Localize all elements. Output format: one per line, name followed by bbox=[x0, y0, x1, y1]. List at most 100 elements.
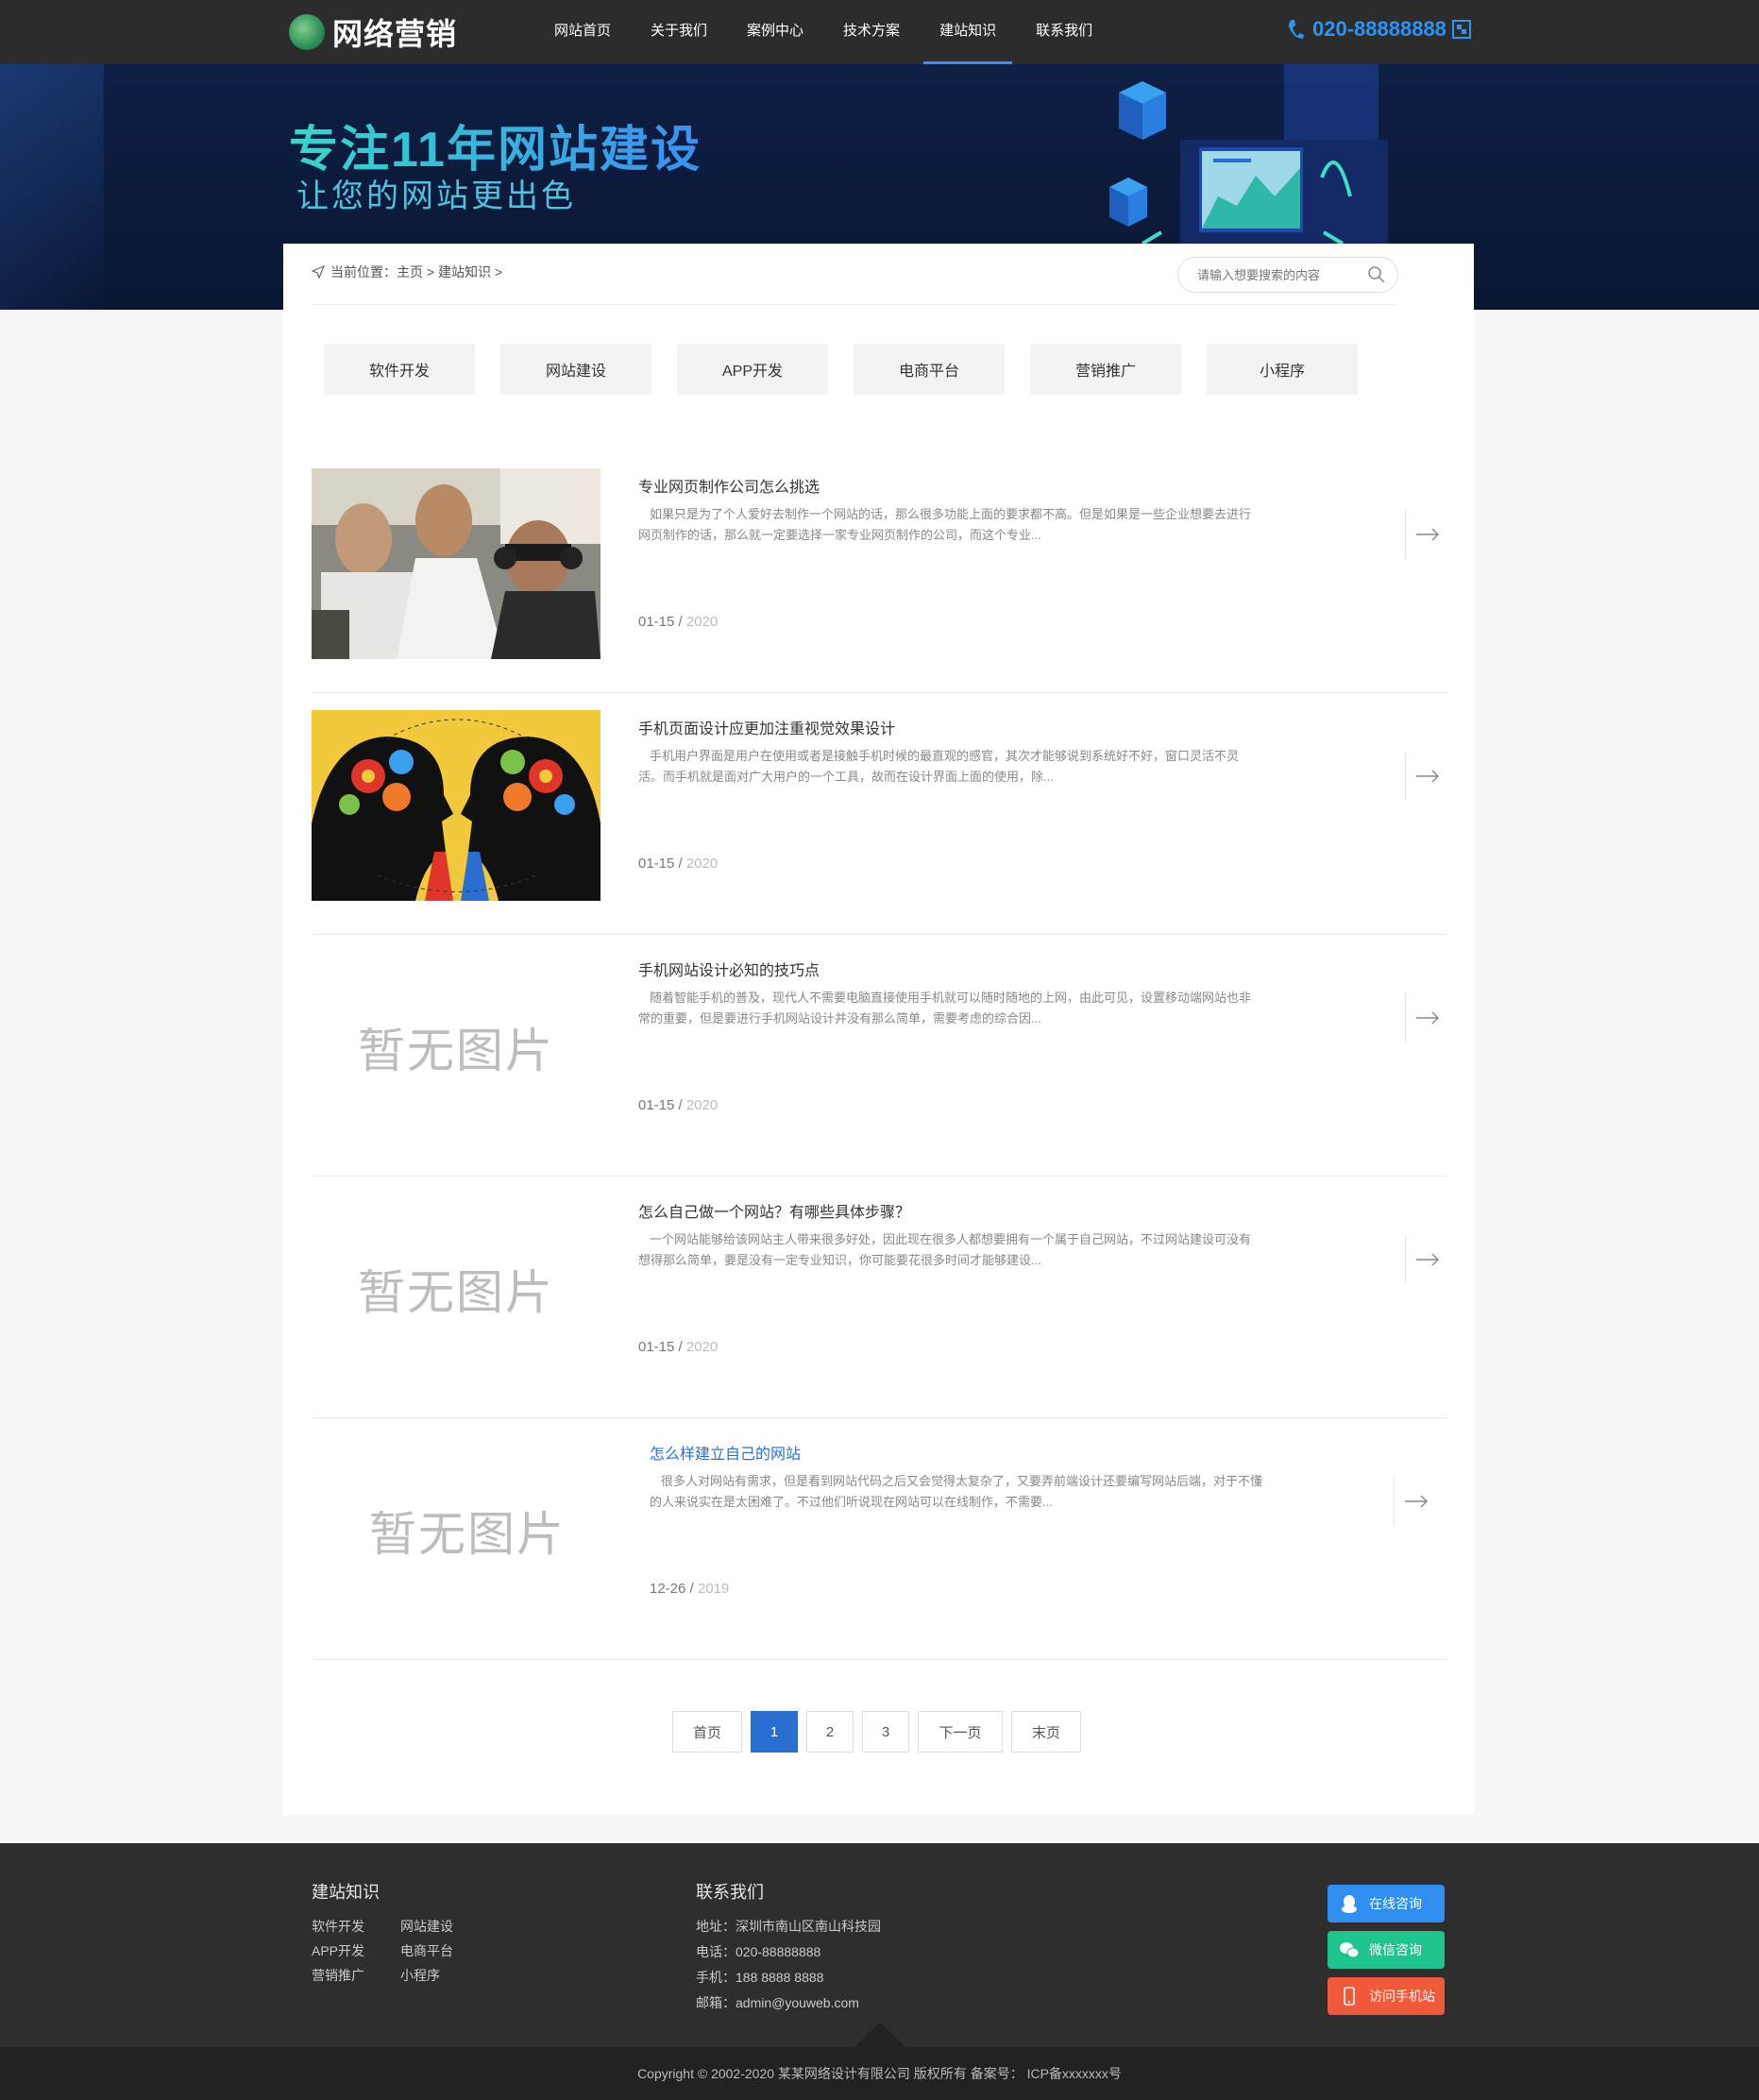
main-nav: 网站首页 关于我们 案例中心 技术方案 建站知识 联系我们 bbox=[538, 0, 1116, 64]
article-thumbnail[interactable]: 暂无图片 bbox=[312, 1194, 600, 1384]
photo-racers-image bbox=[312, 468, 600, 659]
copyright-text: Copyright © 2002-2020 某某网络设计有限公司 版权所有 备案… bbox=[637, 2066, 1122, 2081]
article-more-button[interactable] bbox=[1405, 1235, 1448, 1284]
breadcrumb-prefix: 当前位置： bbox=[330, 264, 397, 279]
site-logo[interactable]: 网络营销 bbox=[289, 11, 457, 53]
category-software[interactable]: 软件开发 bbox=[324, 344, 475, 395]
arrow-right-icon bbox=[1415, 1253, 1439, 1266]
category-marketing[interactable]: 营销推广 bbox=[1030, 344, 1181, 395]
page-first[interactable]: 首页 bbox=[672, 1711, 742, 1753]
footer-contact-column: 联系我们 地址：深圳市南山区南山科技园 电话：020-88888888 手机：1… bbox=[696, 1879, 881, 2019]
banner-subtitle: 让您的网站更出色 bbox=[296, 178, 576, 214]
article-summary: 一个网站能够给该网站主人带来很多好处，因此现在很多人都想要拥有一个属于自己网站，… bbox=[638, 1232, 1252, 1267]
footer-link-software[interactable]: 软件开发 bbox=[312, 1917, 400, 1936]
mobile-site-button[interactable]: 访问手机站 bbox=[1328, 1977, 1445, 2015]
page-gap bbox=[0, 1815, 1759, 1843]
category-ecommerce[interactable]: 电商平台 bbox=[854, 344, 1005, 395]
mobile-phone-icon bbox=[1344, 1987, 1355, 2006]
location-arrow-icon bbox=[312, 265, 325, 279]
article-date-day: 01-15 bbox=[638, 1097, 675, 1113]
nav-item-contact[interactable]: 联系我们 bbox=[1020, 0, 1108, 64]
page-last[interactable]: 末页 bbox=[1011, 1711, 1081, 1753]
article-date-day: 01-15 bbox=[638, 855, 675, 872]
header-phone[interactable]: 020-88888888 bbox=[1286, 17, 1471, 42]
logo-text: 网络营销 bbox=[332, 17, 458, 51]
nav-item-solutions[interactable]: 技术方案 bbox=[827, 0, 916, 64]
article-title[interactable]: 手机页面设计应更加注重视觉效果设计 bbox=[638, 716, 895, 738]
article-date: 01-15 / 2020 bbox=[638, 855, 719, 872]
arrow-right-icon bbox=[1415, 1011, 1439, 1025]
article-date: 12-26 / 2019 bbox=[650, 1581, 730, 1597]
nav-item-cases[interactable]: 案例中心 bbox=[731, 0, 820, 64]
article-thumbnail[interactable] bbox=[312, 468, 600, 659]
article-item[interactable]: 手机页面设计应更加注重视觉效果设计 手机用户界面是用户在使用或者是接触手机时候的… bbox=[312, 693, 1447, 935]
arrow-right-icon bbox=[1404, 1495, 1428, 1508]
nav-item-about[interactable]: 关于我们 bbox=[634, 0, 723, 64]
nav-item-knowledge[interactable]: 建站知识 bbox=[923, 0, 1013, 64]
footer-mobile: 手机：188 8888 8888 bbox=[696, 1970, 824, 1985]
category-miniprogram[interactable]: 小程序 bbox=[1207, 344, 1358, 395]
article-more-button[interactable] bbox=[1394, 1477, 1437, 1526]
article-more-button[interactable] bbox=[1405, 993, 1448, 1042]
article-date-day: 01-15 bbox=[638, 614, 675, 630]
search-box bbox=[1177, 257, 1398, 293]
article-title[interactable]: 专业网页制作公司怎么挑选 bbox=[638, 474, 820, 497]
article-date: 01-15 / 2020 bbox=[638, 614, 719, 630]
article-summary: 很多人对网站有需求，但是看到网站代码之后又会觉得太复杂了，又要弄前端设计还要编写… bbox=[650, 1474, 1263, 1509]
article-title[interactable]: 怎么样建立自己的网站 bbox=[650, 1441, 801, 1464]
search-input[interactable] bbox=[1195, 266, 1356, 283]
footer-link-miniprogram[interactable]: 小程序 bbox=[400, 1966, 489, 1985]
footer-link-app[interactable]: APP开发 bbox=[312, 1941, 400, 1960]
category-website[interactable]: 网站建设 bbox=[500, 344, 651, 395]
article-more-button[interactable] bbox=[1405, 752, 1448, 801]
article-summary: 如果只是为了个人爱好去制作一个网站的话，那么很多功能上面的要求都不高。但是如果是… bbox=[638, 507, 1252, 542]
footer-contact-title: 联系我们 bbox=[696, 1883, 764, 1902]
article-summary: 随着智能手机的普及，现代人不需要电脑直接使用手机就可以随时随地的上网，由此可见，… bbox=[638, 991, 1252, 1025]
no-image-placeholder: 暂无图片 bbox=[358, 1025, 554, 1077]
wechat-consult-button[interactable]: 微信咨询 bbox=[1328, 1931, 1445, 1969]
search-icon[interactable] bbox=[1367, 265, 1386, 284]
online-consult-label: 在线咨询 bbox=[1369, 1896, 1422, 1911]
no-image-placeholder: 暂无图片 bbox=[358, 1266, 554, 1319]
article-date-year: 2019 bbox=[697, 1581, 730, 1597]
article-thumbnail[interactable] bbox=[312, 710, 600, 901]
page-2[interactable]: 2 bbox=[806, 1711, 854, 1753]
article-more-button[interactable] bbox=[1405, 510, 1448, 559]
breadcrumb-trail[interactable]: 主页 > 建站知识 > bbox=[397, 262, 502, 281]
page-3[interactable]: 3 bbox=[862, 1711, 909, 1753]
article-summary: 手机用户界面是用户在使用或者是接触手机时候的最直观的感官，其次才能够说到系统好不… bbox=[638, 749, 1240, 784]
breadcrumb-divider bbox=[312, 304, 1398, 305]
article-date-day: 12-26 bbox=[650, 1581, 686, 1597]
no-image-placeholder: 暂无图片 bbox=[369, 1508, 566, 1561]
phone-icon bbox=[1289, 20, 1304, 39]
online-consult-button[interactable]: 在线咨询 bbox=[1328, 1885, 1445, 1922]
article-date: 01-15 / 2020 bbox=[638, 1097, 719, 1113]
article-date-day: 01-15 bbox=[638, 1339, 675, 1355]
footer-link-marketing[interactable]: 营销推广 bbox=[312, 1966, 400, 1985]
article-item[interactable]: 专业网页制作公司怎么挑选 如果只是为了个人爱好去制作一个网站的话，那么很多功能上… bbox=[312, 451, 1447, 693]
article-item[interactable]: 暂无图片 手机网站设计必知的技巧点 随着智能手机的普及，现代人不需要电脑直接使用… bbox=[312, 935, 1447, 1177]
article-item[interactable]: 暂无图片 怎么自己做一个网站？有哪些具体步骤？ 一个网站能够给该网站主人带来很多… bbox=[312, 1177, 1447, 1418]
breadcrumb: 当前位置： 主页 > 建站知识 > bbox=[312, 262, 502, 281]
footer-link-ecommerce[interactable]: 电商平台 bbox=[400, 1941, 489, 1960]
nav-item-home[interactable]: 网站首页 bbox=[538, 0, 627, 64]
copyright-bar: Copyright © 2002-2020 某某网络设计有限公司 版权所有 备案… bbox=[0, 2047, 1759, 2100]
footer-link-website[interactable]: 网站建设 bbox=[400, 1917, 489, 1936]
article-item[interactable]: 暂无图片 怎么样建立自己的网站 很多人对网站有需求，但是看到网站代码之后又会觉得… bbox=[312, 1418, 1447, 1660]
article-date: 01-15 / 2020 bbox=[638, 1339, 719, 1355]
page-1[interactable]: 1 bbox=[751, 1711, 798, 1753]
category-app[interactable]: APP开发 bbox=[677, 344, 828, 395]
qrcode-icon[interactable] bbox=[1451, 20, 1471, 39]
article-title[interactable]: 手机网站设计必知的技巧点 bbox=[638, 957, 820, 980]
footer-knowledge-column: 建站知识 软件开发 网站建设 APP开发 电商平台 营销推广 小程序 bbox=[312, 1879, 489, 1985]
wechat-consult-label: 微信咨询 bbox=[1369, 1942, 1422, 1957]
article-date-year: 2020 bbox=[685, 1339, 719, 1355]
logo-icon bbox=[289, 14, 325, 50]
content-card: 当前位置： 主页 > 建站知识 > 软件开发 网站建设 APP开发 电商平台 营… bbox=[283, 244, 1474, 1815]
article-thumbnail[interactable]: 暂无图片 bbox=[312, 952, 600, 1143]
article-title[interactable]: 怎么自己做一个网站？有哪些具体步骤？ bbox=[638, 1199, 910, 1222]
qq-icon bbox=[1342, 1895, 1357, 1913]
page-next[interactable]: 下一页 bbox=[918, 1711, 1003, 1753]
footer-email[interactable]: 邮箱：admin@youweb.com bbox=[696, 1993, 881, 2012]
article-thumbnail[interactable]: 暂无图片 bbox=[323, 1435, 612, 1626]
